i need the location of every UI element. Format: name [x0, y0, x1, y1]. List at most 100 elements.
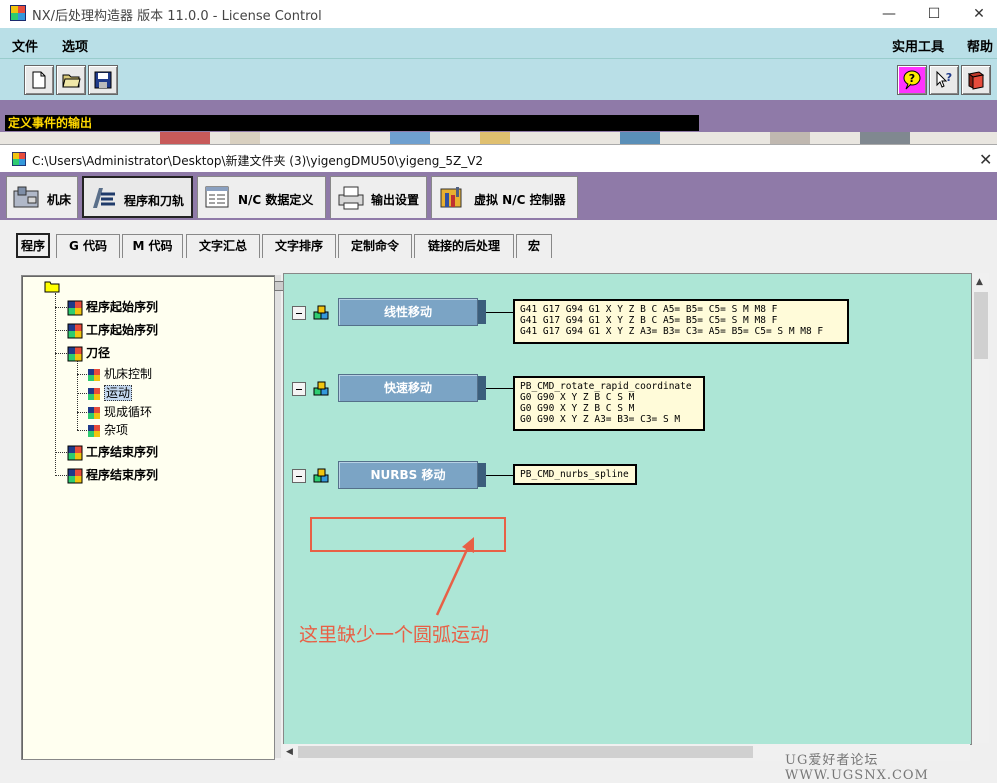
collapse-button[interactable]: [292, 469, 306, 483]
tree-item-operation-end[interactable]: 工序结束序列: [67, 443, 158, 461]
subtab-linked-posts[interactable]: 链接的后处理: [414, 234, 514, 258]
maximize-button[interactable]: ☐: [911, 0, 957, 28]
menu-file[interactable]: 文件: [12, 36, 38, 55]
event-tree-panel: 程序起始序列 工序起始序列 刀径 机床控制 运动 现成循环 杂项 工序结束序列 …: [21, 275, 275, 760]
sequence-cube-icon: [67, 445, 83, 460]
manual-button[interactable]: [961, 65, 991, 95]
save-button[interactable]: [88, 65, 118, 95]
sequence-cube-icon: [67, 468, 83, 483]
code-line: G41 G17 G94 G1 X Y Z A3= B3= C3= A5= B5=…: [520, 326, 824, 337]
tree-item-label: 工序结束序列: [86, 445, 159, 459]
tab-virtual-nc-controller[interactable]: 虚拟 N/C 控制器: [431, 176, 578, 218]
open-file-button[interactable]: [56, 65, 86, 95]
new-file-button[interactable]: [24, 65, 54, 95]
tree-item-label: 杂项: [104, 423, 129, 437]
collapse-button[interactable]: [292, 306, 306, 320]
inner-close-button[interactable]: ✕: [979, 150, 992, 169]
menu-help[interactable]: 帮助: [967, 36, 993, 55]
window-titlebar: NX/后处理构造器 版本 11.0.0 - License Control — …: [0, 0, 997, 28]
subtab-word-sequence[interactable]: 文字排序: [262, 234, 336, 258]
inner-window-titlebar: C:\Users\Administrator\Desktop\新建文件夹 (3)…: [0, 144, 997, 173]
tree-item-label: 程序结束序列: [86, 468, 159, 482]
event-bar-end: [478, 376, 486, 400]
menu-options[interactable]: 选项: [62, 36, 88, 55]
tree-item-toolpath[interactable]: 刀径: [67, 344, 110, 362]
collapse-button[interactable]: [292, 382, 306, 396]
tree-item-motion[interactable]: 运动: [87, 384, 133, 402]
sequence-cube-icon: [67, 323, 83, 338]
balloon-help-icon: ?: [903, 70, 921, 90]
subtab-custom-command[interactable]: 定制命令: [338, 234, 412, 258]
balloon-help-button[interactable]: ?: [897, 65, 927, 95]
code-line: PB_CMD_rotate_rapid_coordinate: [520, 381, 692, 392]
tree-item-label: 工序起始序列: [86, 323, 159, 337]
tree-item-operation-start[interactable]: 工序起始序列: [67, 321, 158, 339]
event-linear-move-button[interactable]: 线性移动: [338, 298, 478, 326]
tree-item-miscellaneous[interactable]: 杂项: [87, 421, 128, 439]
nc-data-icon: [205, 186, 229, 208]
window-title: NX/后处理构造器 版本 11.0.0 - License Control: [32, 9, 322, 24]
virtual-controller-icon: [440, 187, 462, 208]
code-preview-linear[interactable]: G41 G17 G94 G1 X Y Z B C A5= B5= C5= S M…: [513, 299, 849, 344]
subtab-m-code[interactable]: M 代码: [122, 234, 183, 258]
event-cubes-icon: [313, 468, 329, 483]
code-line: PB_CMD_nurbs_spline: [520, 469, 629, 480]
connector-line: [486, 475, 513, 476]
event-nurbs-move-button[interactable]: NURBS 移动: [338, 461, 478, 489]
tab-program-and-toolpath[interactable]: 程序和刀轨: [82, 176, 193, 218]
svg-text:?: ?: [909, 72, 915, 85]
tab-output-settings[interactable]: 输出设置: [330, 176, 427, 218]
subtab-program[interactable]: 程序: [16, 233, 50, 258]
new-file-icon: [32, 71, 46, 89]
small-cube-icon: [88, 424, 100, 437]
app-icon: [12, 152, 26, 166]
scroll-up-icon[interactable]: ▲: [976, 277, 983, 287]
menu-bar: 文件 选项 实用工具 帮助: [0, 28, 997, 58]
tree-item-program-end[interactable]: 程序结束序列: [67, 466, 158, 484]
tree-item-machine-control[interactable]: 机床控制: [87, 365, 152, 383]
horizontal-scroll-thumb[interactable]: [298, 746, 753, 758]
code-preview-nurbs[interactable]: PB_CMD_nurbs_spline: [513, 464, 637, 485]
app-icon: [10, 5, 26, 21]
close-button[interactable]: ✕: [956, 0, 997, 28]
sequence-cube-icon: [67, 300, 83, 315]
tree-item-program-start[interactable]: 程序起始序列: [67, 298, 158, 316]
connector-line: [486, 388, 513, 389]
connector-line: [486, 312, 513, 313]
book-icon: [967, 71, 985, 90]
event-cubes-icon: [313, 381, 329, 396]
scroll-left-icon[interactable]: ◀: [286, 747, 293, 757]
printer-icon: [338, 186, 364, 210]
svg-text:?: ?: [946, 71, 952, 84]
tree-item-canned-cycles[interactable]: 现成循环: [87, 403, 152, 421]
status-message: 定义事件的输出: [5, 115, 699, 131]
subtab-macro[interactable]: 宏: [516, 234, 552, 258]
program-toolpath-icon: [93, 188, 115, 208]
code-preview-rapid[interactable]: PB_CMD_rotate_rapid_coordinate G0 G90 X Y…: [513, 376, 705, 431]
tab-nc-data-definition[interactable]: N/C 数据定义: [197, 176, 326, 218]
root-folder-icon: [44, 281, 60, 293]
event-bar-end: [478, 300, 486, 324]
subtab-g-code[interactable]: G 代码: [56, 234, 120, 258]
small-cube-icon: [88, 368, 100, 381]
code-line: G41 G17 G94 G1 X Y Z B C A5= B5= C5= S M…: [520, 315, 778, 326]
code-line: G0 G90 X Y Z A3= B3= C3= S M: [520, 414, 681, 425]
tab-label: 虚拟 N/C 控制器: [474, 193, 566, 207]
pane-splitter[interactable]: [275, 275, 281, 758]
menu-utilities[interactable]: 实用工具: [892, 36, 944, 55]
code-line: G0 G90 X Y Z B C S M: [520, 403, 635, 414]
tab-machine[interactable]: 机床: [6, 176, 78, 218]
pointer-question-icon: ?: [936, 70, 952, 88]
context-help-button[interactable]: ?: [929, 65, 959, 95]
tree-item-label: 刀径: [86, 346, 111, 360]
subtab-word-summary[interactable]: 文字汇总: [186, 234, 260, 258]
tree-item-label: 机床控制: [104, 367, 153, 381]
event-rapid-move-button[interactable]: 快速移动: [338, 374, 478, 402]
minimize-button[interactable]: —: [866, 0, 912, 28]
tree-item-label: 现成循环: [104, 405, 153, 419]
vertical-scroll-thumb[interactable]: [974, 292, 988, 359]
divider-strip: [0, 100, 997, 114]
code-line: G41 G17 G94 G1 X Y Z B C A5= B5= C5= S M…: [520, 304, 778, 315]
tree-item-label: 运动: [104, 385, 133, 401]
tab-label: 程序和刀轨: [124, 194, 185, 208]
